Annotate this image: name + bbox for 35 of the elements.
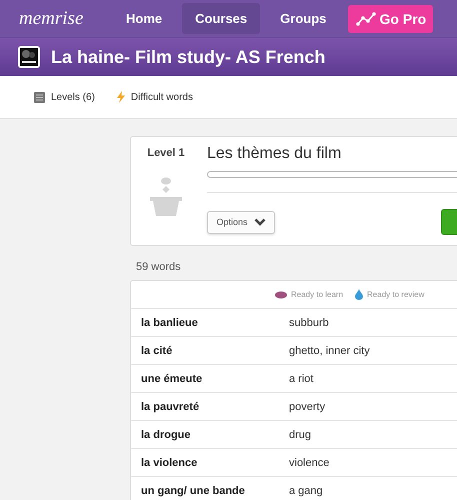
flower-pot-icon <box>149 177 183 217</box>
definition-cell: violence <box>289 456 330 468</box>
definition-cell: a riot <box>289 372 314 384</box>
course-tab[interactable]: Levels (6) <box>34 92 95 102</box>
water-drop-icon <box>355 289 364 300</box>
course-title: La haine- Film study- AS French <box>51 46 326 68</box>
term-cell-text: la cité <box>140 344 174 356</box>
options-button[interactable]: Options <box>207 210 275 234</box>
chart-line-icon <box>356 12 376 26</box>
seed-icon <box>275 290 287 298</box>
go-pro-button[interactable]: Go Pro <box>348 4 434 32</box>
definition-cell: subburb <box>289 316 329 328</box>
legend-label: Ready to learn <box>291 290 344 299</box>
term-cell-text: la banlieue <box>140 316 199 328</box>
level-number: Level 1 <box>147 147 185 159</box>
legend-label: Ready to review <box>367 290 424 299</box>
level-title: Les thèmes du film <box>207 145 342 163</box>
nav-tab[interactable]: Home <box>113 3 176 34</box>
definition-cell: drug <box>289 428 312 440</box>
term-cell-text: la violence <box>140 456 198 468</box>
memrise-logo[interactable]: memrise <box>19 8 93 30</box>
definition-cell: poverty <box>289 400 326 412</box>
term-cell-text: un gang/ une bande <box>140 484 246 496</box>
term-cell-text: la drogue <box>140 428 192 440</box>
definition-cell: a gang <box>289 484 323 496</box>
chevron-down-icon <box>254 218 266 226</box>
term-cell-text: la pauvreté <box>140 400 200 412</box>
nav-tab[interactable]: Groups <box>267 3 340 34</box>
word-count: 59 words <box>136 261 182 273</box>
lightning-icon <box>116 91 125 103</box>
list-icon <box>34 92 45 102</box>
nav-tab[interactable]: Courses <box>182 3 260 34</box>
course-tab[interactable]: Difficult words <box>116 91 193 103</box>
definition-cell: ghetto, inner city <box>289 344 370 356</box>
term-cell-text: une émeute <box>140 372 204 384</box>
